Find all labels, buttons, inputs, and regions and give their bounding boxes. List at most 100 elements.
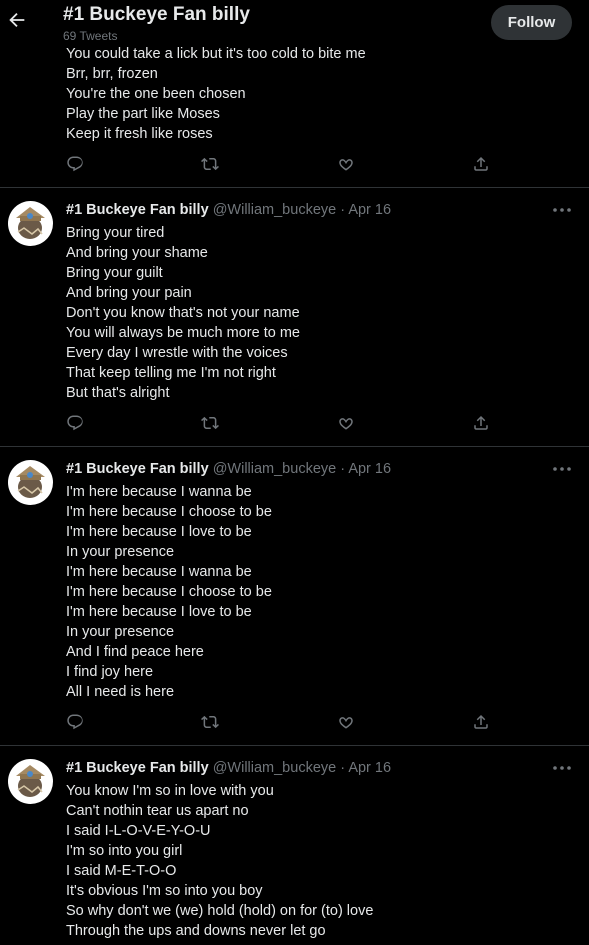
heart-icon bbox=[339, 418, 353, 430]
reply-button[interactable] bbox=[66, 713, 86, 733]
heart-icon bbox=[339, 717, 353, 729]
retweet-button[interactable] bbox=[201, 155, 221, 175]
retweet-button[interactable] bbox=[201, 713, 221, 733]
tweet-line: Don't you know that's not your name bbox=[66, 305, 300, 321]
separator: · bbox=[340, 202, 346, 218]
share-button[interactable] bbox=[472, 155, 492, 175]
avatar[interactable] bbox=[8, 759, 53, 804]
like-button[interactable] bbox=[337, 713, 357, 733]
user-handle[interactable]: @William_buckeye bbox=[213, 202, 337, 218]
more-icon bbox=[553, 208, 571, 212]
retweet-icon bbox=[201, 715, 219, 729]
more-button[interactable] bbox=[552, 762, 572, 776]
like-button[interactable] bbox=[337, 414, 357, 434]
tweet-line: I said I-L-O-V-E-Y-O-U bbox=[66, 823, 211, 839]
avatar-image bbox=[16, 466, 45, 498]
tweet-line: I'm here because I choose to be bbox=[66, 504, 272, 520]
tweet-line: You know I'm so in love with you bbox=[66, 783, 274, 799]
tweet-line: I'm here because I love to be bbox=[66, 604, 252, 620]
tweet-line: All I need is here bbox=[66, 684, 175, 700]
tweet-line: And bring your pain bbox=[66, 285, 192, 301]
separator: · bbox=[340, 461, 346, 477]
avatar-image bbox=[16, 765, 45, 797]
tweet-line: You could take a lick but it's too cold … bbox=[66, 46, 366, 62]
divider bbox=[0, 745, 589, 746]
share-button[interactable] bbox=[472, 414, 492, 434]
tweet-actions bbox=[66, 713, 496, 735]
share-icon bbox=[474, 156, 488, 171]
tweet-actions bbox=[66, 414, 496, 436]
tweet-line: You will always be much more to me bbox=[66, 325, 300, 341]
tweet-line: It's obvious I'm so into you boy bbox=[66, 883, 263, 899]
tweet-date[interactable]: Apr 16 bbox=[348, 760, 391, 776]
display-name[interactable]: #1 Buckeye Fan billy bbox=[66, 202, 209, 218]
tweet-line: Through the ups and downs never let go bbox=[66, 923, 326, 939]
tweet-line: That keep telling me I'm not right bbox=[66, 365, 276, 381]
tweet-line: And bring your shame bbox=[66, 245, 208, 261]
share-icon bbox=[474, 714, 488, 729]
tweet-line: I said M-E-T-O-O bbox=[66, 863, 177, 879]
tweet-line: You're the one been chosen bbox=[66, 86, 246, 102]
tweet-header: #1 Buckeye Fan billy @William_buckeye · … bbox=[66, 202, 391, 218]
share-button[interactable] bbox=[472, 713, 492, 733]
user-handle[interactable]: @William_buckeye bbox=[213, 760, 337, 776]
more-button[interactable] bbox=[552, 204, 572, 218]
divider bbox=[0, 187, 589, 188]
follow-button[interactable]: Follow bbox=[491, 5, 572, 40]
tweet-text: You could take a lick but it's too cold … bbox=[66, 44, 366, 144]
tweet-line: Keep it fresh like roses bbox=[66, 126, 213, 142]
tweet-line: And I find peace here bbox=[66, 644, 204, 660]
reply-icon bbox=[67, 156, 83, 172]
tweet-line: Every day I wrestle with the voices bbox=[66, 345, 288, 361]
tweet-text: Bring your tired And bring your shame Br… bbox=[66, 223, 300, 403]
reply-button[interactable] bbox=[66, 155, 86, 175]
tweet-count: 69 Tweets bbox=[63, 29, 118, 43]
more-button[interactable] bbox=[552, 463, 572, 477]
tweet-header: #1 Buckeye Fan billy @William_buckeye · … bbox=[66, 461, 391, 477]
tweet-line: I'm so into you girl bbox=[66, 843, 183, 859]
reply-button[interactable] bbox=[66, 414, 86, 434]
share-icon bbox=[474, 415, 488, 430]
tweet-line: Bring your tired bbox=[66, 225, 165, 241]
reply-icon bbox=[67, 714, 83, 730]
avatar[interactable] bbox=[8, 460, 53, 505]
tweet-text: I'm here because I wanna be I'm here bec… bbox=[66, 482, 272, 702]
divider bbox=[0, 446, 589, 447]
tweet-line: But that's alright bbox=[66, 385, 170, 401]
tweet-header: #1 Buckeye Fan billy @William_buckeye · … bbox=[66, 760, 391, 776]
more-icon bbox=[553, 766, 571, 770]
more-icon bbox=[553, 467, 571, 471]
back-button[interactable] bbox=[6, 9, 28, 31]
display-name[interactable]: #1 Buckeye Fan billy bbox=[66, 760, 209, 776]
tweet-text: You know I'm so in love with you Can't n… bbox=[66, 781, 373, 941]
tweet-actions bbox=[66, 155, 496, 177]
tweet-line: In your presence bbox=[66, 544, 175, 560]
like-button[interactable] bbox=[337, 155, 357, 175]
tweet-line: In your presence bbox=[66, 624, 175, 640]
tweet-line: Play the part like Moses bbox=[66, 106, 220, 122]
tweet-line: I find joy here bbox=[66, 664, 154, 680]
user-handle[interactable]: @William_buckeye bbox=[213, 461, 337, 477]
display-name[interactable]: #1 Buckeye Fan billy bbox=[66, 461, 209, 477]
tweet-line: Can't nothin tear us apart no bbox=[66, 803, 249, 819]
tweet-date[interactable]: Apr 16 bbox=[348, 202, 391, 218]
tweet-line: So why don't we (we) hold (hold) on for … bbox=[66, 903, 374, 919]
heart-icon bbox=[339, 159, 353, 171]
separator: · bbox=[340, 760, 346, 776]
tweet-line: I'm here because I love to be bbox=[66, 524, 252, 540]
tweet-line: I'm here because I wanna be bbox=[66, 564, 252, 580]
tweet-line: I'm here because I choose to be bbox=[66, 584, 272, 600]
tweet-date[interactable]: Apr 16 bbox=[348, 461, 391, 477]
avatar[interactable] bbox=[8, 201, 53, 246]
arrow-left-icon bbox=[9, 12, 25, 28]
retweet-icon bbox=[201, 416, 219, 430]
retweet-button[interactable] bbox=[201, 414, 221, 434]
retweet-icon bbox=[201, 157, 219, 171]
tweet-line: I'm here because I wanna be bbox=[66, 484, 252, 500]
reply-icon bbox=[67, 415, 83, 431]
tweet-line: Brr, brr, frozen bbox=[66, 66, 158, 82]
profile-header: #1 Buckeye Fan billy 69 Tweets Follow bbox=[0, 0, 589, 44]
page-title: #1 Buckeye Fan billy bbox=[63, 4, 250, 25]
tweet-line: Bring your guilt bbox=[66, 265, 163, 281]
avatar-image bbox=[16, 207, 45, 239]
